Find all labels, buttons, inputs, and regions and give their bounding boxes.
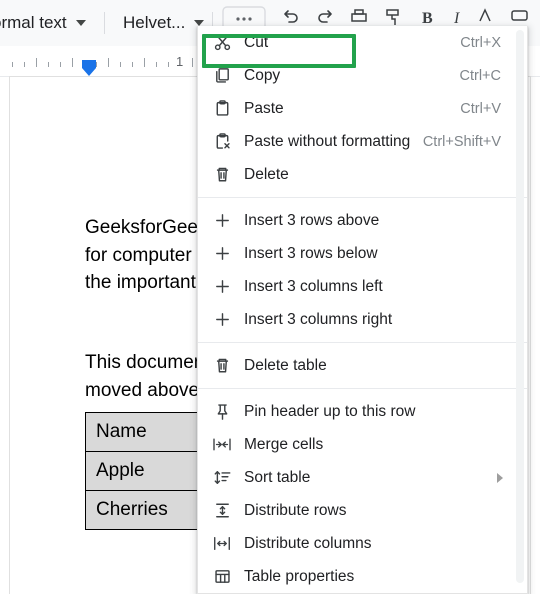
menu-item-label: Paste — [244, 99, 284, 117]
copy-icon — [209, 65, 235, 87]
app-root: ormal text Helvet... — [0, 0, 540, 594]
ruler-tick — [108, 58, 109, 67]
menu-item-sort-table[interactable]: Sort table — [198, 461, 527, 494]
menu-separator — [198, 388, 527, 389]
ruler-tick — [12, 62, 13, 67]
menu-item-insert-3-columns-right[interactable]: Insert 3 columns right — [198, 303, 527, 336]
menu-item-shortcut: Ctrl+Shift+V — [422, 133, 501, 150]
distribute-columns-icon — [209, 533, 235, 555]
ruler-tick — [60, 62, 61, 67]
menu-item-delete[interactable]: Delete — [198, 158, 527, 191]
ruler-tick — [168, 62, 169, 67]
paragraph-block-2: This documen moved above — [85, 349, 204, 404]
menu-item-merge-cells[interactable]: Merge cells — [198, 428, 527, 461]
ruler-tick — [132, 62, 133, 67]
menu-item-insert-3-columns-left[interactable]: Insert 3 columns left — [198, 270, 527, 303]
table-context-menu[interactable]: Cut Ctrl+X Copy Ctrl+C Paste Ctrl+V Paste with… — [197, 26, 528, 594]
menu-item-delete-table[interactable]: Delete table — [198, 349, 527, 382]
menu-separator — [198, 342, 527, 343]
menu-item-insert-3-rows-above[interactable]: Insert 3 rows above — [198, 204, 527, 237]
menu-item-label: Paste without formatting — [244, 132, 411, 150]
ruler-tick — [48, 62, 49, 67]
paragraph-line: moved above — [85, 379, 200, 401]
menu-item-label: Sort table — [244, 468, 311, 486]
scissors-icon — [209, 32, 235, 54]
menu-item-label: Distribute rows — [244, 501, 347, 519]
toolbar-divider — [104, 12, 105, 34]
plus-icon — [209, 243, 235, 265]
menu-item-copy[interactable]: Copy Ctrl+C — [198, 59, 527, 92]
svg-text:B: B — [422, 10, 433, 27]
table-properties-icon — [209, 566, 235, 588]
trash-icon — [209, 355, 235, 377]
ruler-tick — [144, 58, 145, 67]
ruler-number-label: 1 — [176, 54, 184, 69]
menu-item-distribute-rows[interactable]: Distribute rows — [198, 494, 527, 527]
menu-item-label: Insert 3 columns left — [244, 277, 383, 295]
ruler-tick — [96, 62, 97, 67]
menu-item-label: Insert 3 rows below — [244, 244, 378, 262]
paragraph-block-1: GeeksforGee for computer the important — [85, 214, 198, 297]
menu-item-label: Delete — [244, 165, 289, 183]
menu-item-label: Delete table — [244, 356, 327, 374]
menu-item-pin-header-up-to-this-row[interactable]: Pin header up to this row — [198, 395, 527, 428]
trash-icon — [209, 164, 235, 186]
clipboard-no-format-icon — [209, 131, 235, 153]
menu-item-shortcut: Ctrl+C — [459, 67, 502, 84]
svg-text:I: I — [453, 10, 460, 27]
ruler-tick — [156, 62, 157, 67]
menu-item-label: Table properties — [244, 567, 355, 585]
menu-item-label: Insert 3 columns right — [244, 310, 393, 328]
menu-item-label: Cut — [244, 33, 269, 51]
plus-icon — [209, 309, 235, 331]
chevron-down-icon — [75, 20, 86, 26]
menu-item-label: Insert 3 rows above — [244, 211, 380, 229]
context-menu-item-list: Cut Ctrl+X Copy Ctrl+C Paste Ctrl+V Paste with… — [198, 26, 527, 593]
pin-icon — [209, 401, 235, 423]
menu-item-distribute-columns[interactable]: Distribute columns — [198, 527, 527, 560]
menu-item-paste[interactable]: Paste Ctrl+V — [198, 92, 527, 125]
submenu-arrow-icon — [497, 472, 503, 483]
paragraph-line: This documen — [85, 352, 205, 373]
ruler-tick — [120, 62, 121, 67]
ruler-tick — [36, 58, 37, 67]
plus-icon — [209, 276, 235, 298]
left-indent-marker[interactable] — [82, 60, 96, 76]
ruler-tick — [72, 58, 73, 67]
ruler-tick — [24, 62, 25, 67]
merge-cells-icon — [209, 434, 235, 456]
ruler-tick — [192, 58, 193, 67]
menu-item-paste-without-formatting[interactable]: Paste without formatting Ctrl+Shift+V — [198, 125, 527, 158]
paragraph-line: for computer — [85, 244, 192, 266]
paragraph-style-label: ormal text — [0, 13, 67, 32]
menu-item-table-properties[interactable]: Table properties — [198, 560, 527, 593]
menu-item-insert-3-rows-below[interactable]: Insert 3 rows below — [198, 237, 527, 270]
menu-item-shortcut: Ctrl+X — [460, 34, 501, 51]
distribute-rows-icon — [209, 500, 235, 522]
sort-icon — [209, 467, 235, 489]
menu-item-label: Pin header up to this row — [244, 402, 416, 420]
menu-item-label: Merge cells — [244, 435, 324, 453]
paragraph-style-dropdown[interactable]: ormal text — [0, 9, 92, 37]
scrollbar-thumb[interactable] — [516, 30, 524, 583]
paragraph-line: GeeksforGee — [85, 217, 198, 238]
menu-item-cut[interactable]: Cut Ctrl+X — [198, 26, 527, 59]
font-family-dropdown[interactable]: Helvet... — [118, 9, 209, 37]
paragraph-line: the important — [85, 272, 196, 293]
plus-icon — [209, 210, 235, 232]
menu-item-shortcut: Ctrl+V — [460, 100, 501, 117]
menu-item-label: Copy — [244, 66, 281, 84]
menu-separator — [198, 197, 527, 198]
menu-item-label: Distribute columns — [244, 534, 372, 552]
context-menu-scrollbar[interactable] — [516, 30, 524, 590]
clipboard-icon — [209, 98, 235, 120]
font-family-label: Helvet... — [123, 13, 186, 32]
